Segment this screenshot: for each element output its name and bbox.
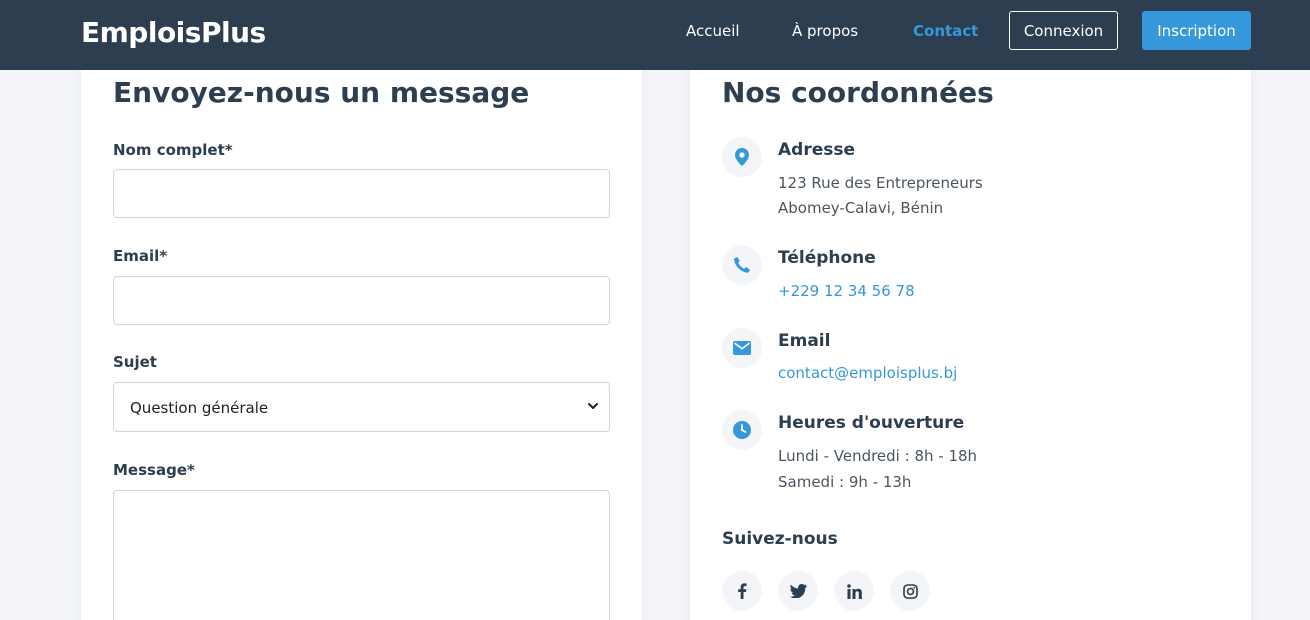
hours-title: Heures d'ouverture — [778, 413, 965, 433]
instagram-icon[interactable] — [890, 571, 930, 611]
site-logo[interactable]: EmploisPlus — [81, 16, 266, 49]
phone-link[interactable]: +229 12 34 56 78 — [778, 282, 915, 300]
contact-form-card: Envoyez-nous un message Nom complet* Ema… — [81, 70, 642, 620]
message-textarea[interactable] — [113, 490, 610, 620]
login-button[interactable]: Connexion — [1009, 11, 1118, 50]
info-title: Nos coordonnées — [722, 76, 994, 109]
name-label: Nom complet* — [113, 141, 233, 159]
email-title: Email — [778, 331, 831, 351]
hours-line-1: Lundi - Vendredi : 8h - 18h — [778, 447, 978, 465]
nav-link-contact[interactable]: Contact — [913, 22, 978, 40]
message-label: Message* — [113, 461, 195, 479]
form-title: Envoyez-nous un message — [113, 76, 530, 109]
signup-button[interactable]: Inscription — [1142, 11, 1251, 50]
email-input[interactable] — [113, 276, 610, 325]
phone-icon — [722, 245, 762, 285]
navbar: EmploisPlus Accueil À propos Contact Con… — [0, 0, 1310, 70]
follow-title: Suivez-nous — [722, 529, 838, 549]
name-input[interactable] — [113, 169, 610, 218]
linkedin-icon[interactable] — [834, 571, 874, 611]
phone-title: Téléphone — [778, 248, 876, 268]
twitter-icon[interactable] — [778, 571, 818, 611]
nav-link-a-propos[interactable]: À propos — [792, 22, 858, 40]
email-link[interactable]: contact@emploisplus.bj — [778, 364, 957, 382]
hours-line-2: Samedi : 9h - 13h — [778, 473, 912, 491]
address-line-2: Abomey-Calavi, Bénin — [778, 199, 944, 217]
clock-icon — [722, 410, 762, 450]
address-line-1: 123 Rue des Entrepreneurs — [778, 174, 983, 192]
subject-selected-value: Question générale — [130, 399, 269, 417]
address-title: Adresse — [778, 140, 856, 160]
contact-info-card: Nos coordonnées Adresse 123 Rue des Entr… — [690, 70, 1251, 620]
subject-label: Sujet — [113, 353, 157, 371]
subject-select[interactable]: Question générale — [113, 382, 610, 432]
envelope-icon — [722, 328, 762, 368]
location-icon — [722, 137, 762, 177]
facebook-icon[interactable] — [722, 571, 762, 611]
chevron-down-icon — [588, 403, 598, 409]
nav-link-accueil[interactable]: Accueil — [686, 22, 740, 40]
email-label: Email* — [113, 247, 168, 265]
